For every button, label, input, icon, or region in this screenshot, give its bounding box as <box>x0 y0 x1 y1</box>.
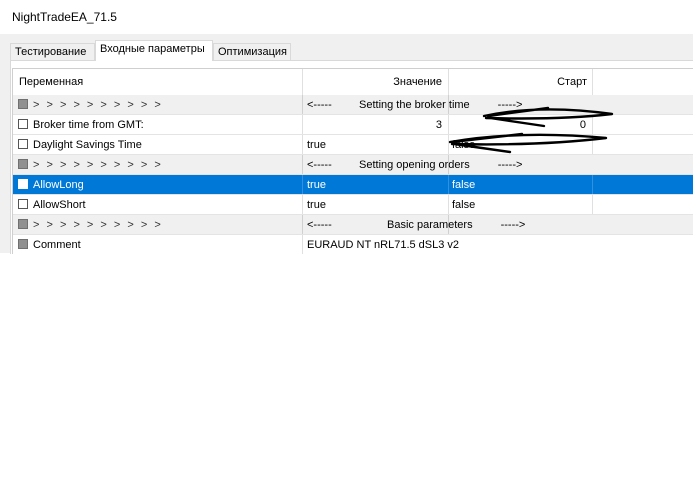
window-title-bar: NightTradeEA_71.5 <box>0 0 693 34</box>
annotation-arrow-upper <box>482 106 614 128</box>
annotation-arrows <box>448 106 614 154</box>
ea-properties-dialog: Тестирование Входные параметры Оптимизац… <box>0 34 693 254</box>
tab-input-parameters[interactable]: Входные параметры <box>95 40 213 61</box>
annotation-arrow-lower <box>448 132 608 154</box>
window-title: NightTradeEA_71.5 <box>12 10 117 24</box>
